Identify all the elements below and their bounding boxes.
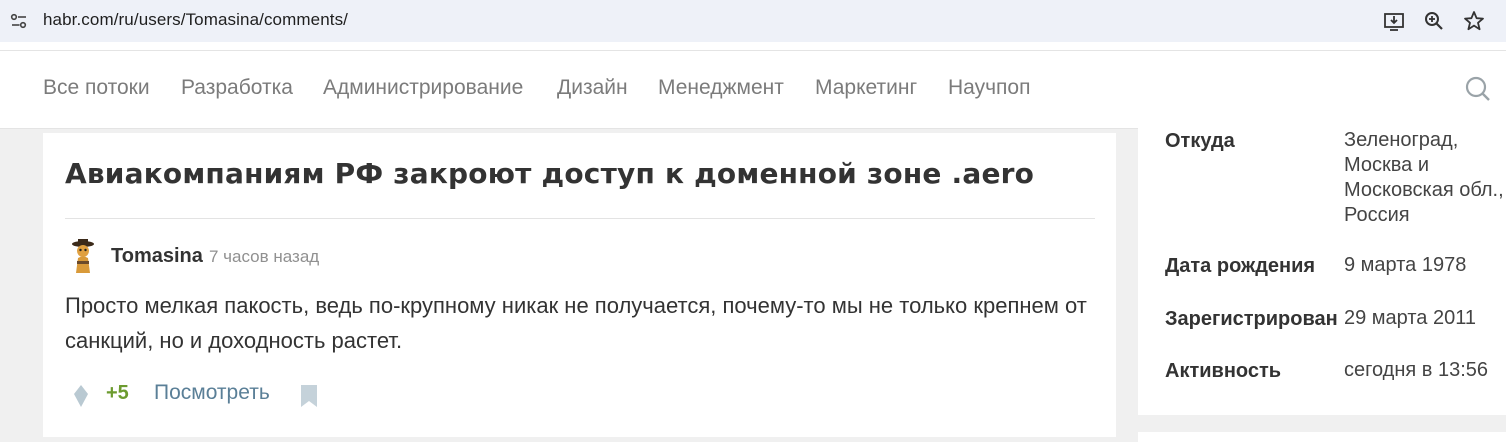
nav-item-popsci[interactable]: Научпоп: [948, 76, 1030, 100]
search-icon[interactable]: [1464, 75, 1492, 103]
address-bar[interactable]: habr.com/ru/users/Tomasina/comments/: [0, 0, 1506, 42]
from-line: Россия: [1344, 204, 1410, 226]
article-title[interactable]: Авиакомпаниям РФ закроют доступ к доменн…: [65, 157, 1034, 190]
site-settings-icon[interactable]: [9, 11, 29, 31]
birth-label: Дата рождения: [1165, 255, 1316, 277]
profile-info-panel: Откуда Зеленоград, Москва и Московская о…: [1138, 128, 1506, 415]
from-line: Москва и: [1344, 154, 1430, 176]
comment-score: +5: [106, 382, 129, 404]
nav-item-administration[interactable]: Администрирование: [323, 76, 523, 100]
browser-toolbar: habr.com/ru/users/Tomasina/comments/: [0, 0, 1506, 50]
avatar[interactable]: [67, 237, 99, 273]
profile-panel-next: [1138, 432, 1506, 442]
bookmark-star-icon[interactable]: [1463, 10, 1485, 32]
nav-item-marketing[interactable]: Маркетинг: [815, 76, 917, 100]
nav-item-development[interactable]: Разработка: [181, 76, 293, 100]
from-line: Зеленоград,: [1344, 129, 1459, 151]
activity-value: сегодня в 13:56: [1344, 359, 1488, 381]
comment-author[interactable]: Tomasina: [111, 245, 203, 268]
registered-value: 29 марта 2011: [1344, 307, 1476, 329]
activity-label: Активность: [1165, 360, 1282, 382]
url-text[interactable]: habr.com/ru/users/Tomasina/comments/: [43, 10, 348, 30]
bookmark-icon[interactable]: [299, 383, 319, 409]
vote-icon[interactable]: [71, 383, 91, 409]
comment-time[interactable]: 7 часов назад: [209, 247, 319, 267]
nav-item-management[interactable]: Менеджмент: [658, 76, 784, 100]
comment-card: Авиакомпаниям РФ закроют доступ к доменн…: [43, 133, 1116, 437]
from-line: Московская обл.,: [1344, 179, 1504, 201]
from-label: Откуда: [1165, 130, 1235, 152]
site-navigation: Все потоки Разработка Администрирование …: [0, 50, 1506, 129]
view-comment-link[interactable]: Посмотреть: [154, 381, 270, 405]
zoom-icon[interactable]: [1423, 10, 1445, 32]
comment-text: Просто мелкая пакость, ведь по-крупному …: [65, 293, 1087, 353]
install-app-icon[interactable]: [1383, 10, 1405, 32]
nav-item-design[interactable]: Дизайн: [557, 76, 628, 100]
divider: [65, 218, 1095, 219]
nav-item-all[interactable]: Все потоки: [43, 76, 150, 100]
birth-value: 9 марта 1978: [1344, 254, 1467, 276]
from-value: Зеленоград, Москва и Московская обл., Ро…: [1344, 128, 1504, 228]
registered-label: Зарегистрирован: [1165, 308, 1338, 330]
